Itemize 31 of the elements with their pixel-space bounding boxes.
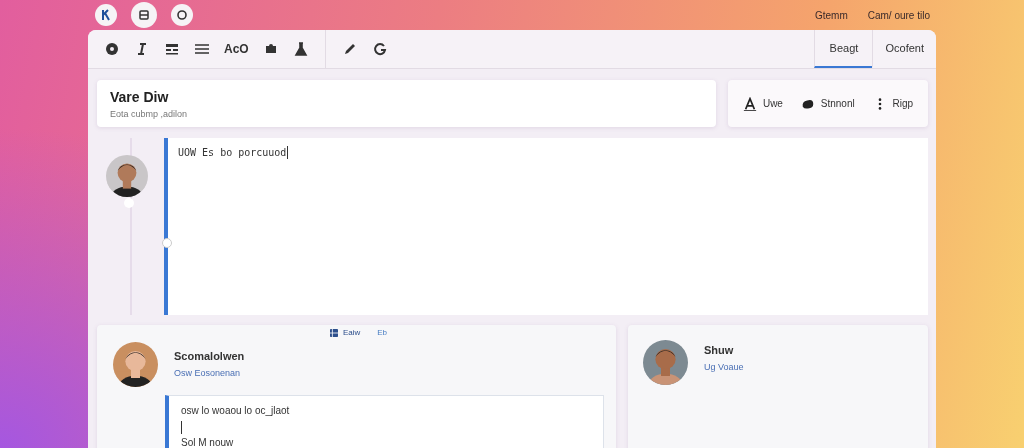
card-title: Vare Diw [110, 89, 170, 105]
editor-text: UOW Es bo porcuuod [178, 147, 287, 158]
action-button[interactable]: Rigp [870, 94, 916, 113]
reply-text: Sol M nouw [181, 437, 235, 448]
toolbar-label[interactable]: AcO [224, 42, 249, 56]
meta-link[interactable]: Eb [377, 328, 388, 337]
table-icon[interactable] [164, 41, 180, 57]
top-link[interactable]: Cam/ oure tilo [867, 9, 930, 21]
reply-text: osw lo woaou lo oc_jlaot [181, 405, 291, 416]
reply-editor[interactable]: osw lo woaou lo oc_jlaot Sol M nouw [165, 395, 604, 448]
resize-handle[interactable] [162, 238, 172, 248]
text-icon [742, 96, 757, 111]
action-button[interactable]: Uwe [740, 94, 785, 113]
card-subtitle: Eota cubmp ,adilon [110, 109, 189, 119]
post-meta: Eaiw [342, 328, 361, 337]
author-handle[interactable]: Ug Voaue [704, 362, 744, 372]
action-button[interactable]: Stnnonl [798, 94, 857, 113]
tab[interactable]: Beagt [814, 30, 873, 68]
top-link[interactable]: Gtemm [814, 9, 848, 21]
flask-icon[interactable] [292, 41, 309, 57]
tab[interactable]: Ocofent [872, 30, 936, 68]
author-name: Shuw [704, 344, 735, 356]
menu-icon[interactable] [194, 41, 210, 57]
text-cursor [181, 421, 182, 434]
text-editor[interactable]: UOW Es bo porcuuod [164, 138, 928, 315]
author-name: Scomalolwen [174, 350, 245, 362]
logo-icon[interactable] [95, 4, 117, 26]
handle-dot [124, 198, 134, 208]
author-handle[interactable]: Osw Eosonenan [174, 368, 245, 378]
grid-icon [329, 328, 338, 337]
text-cursor [287, 146, 289, 159]
